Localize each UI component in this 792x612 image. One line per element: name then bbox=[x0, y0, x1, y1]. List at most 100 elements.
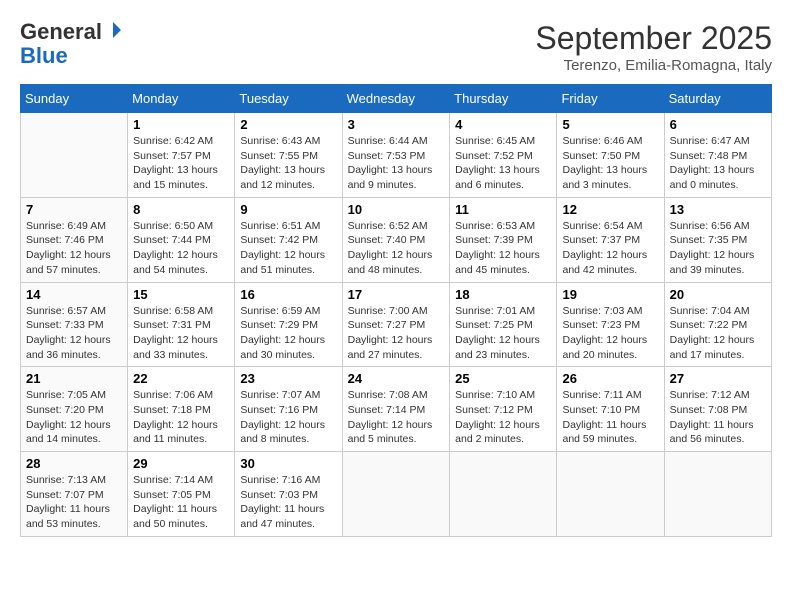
day-number: 19 bbox=[562, 287, 658, 302]
logo-general: General bbox=[20, 19, 102, 44]
day-cell: 17 Sunrise: 7:00 AMSunset: 7:27 PMDayligh… bbox=[342, 282, 450, 367]
day-number: 28 bbox=[26, 456, 122, 471]
day-info: Sunrise: 7:16 AMSunset: 7:03 PMDaylight:… bbox=[240, 473, 336, 532]
day-info: Sunrise: 6:47 AMSunset: 7:48 PMDaylight:… bbox=[670, 134, 766, 193]
day-cell: 2Sunrise: 6:43 AMSunset: 7:55 PMDaylight… bbox=[235, 113, 342, 198]
day-number: 2 bbox=[240, 117, 336, 132]
day-number: 14 bbox=[26, 287, 122, 302]
title-block: September 2025 Terenzo, Emilia-Romagna, … bbox=[535, 20, 772, 74]
day-info: Sunrise: 7:12 AMSunset: 7:08 PMDaylight:… bbox=[670, 388, 766, 447]
day-cell: 20 Sunrise: 7:04 AMSunset: 7:22 PMDayligh… bbox=[664, 282, 771, 367]
day-cell: 4Sunrise: 6:45 AMSunset: 7:52 PMDaylight… bbox=[450, 113, 557, 198]
day-number: 24 bbox=[348, 371, 445, 386]
day-number: 30 bbox=[240, 456, 336, 471]
day-cell: 19 Sunrise: 7:03 AMSunset: 7:23 PMDayligh… bbox=[557, 282, 664, 367]
day-cell: 10Sunrise: 6:52 AMSunset: 7:40 PMDayligh… bbox=[342, 197, 450, 282]
day-info: Sunrise: 6:52 AMSunset: 7:40 PMDaylight:… bbox=[348, 219, 445, 278]
day-info: Sunrise: 7:05 AMSunset: 7:20 PMDaylight:… bbox=[26, 388, 122, 447]
day-cell: 5 Sunrise: 6:46 AMSunset: 7:50 PMDaylight… bbox=[557, 113, 664, 198]
calendar-table: SundayMondayTuesdayWednesdayThursdayFrid… bbox=[20, 84, 772, 537]
day-cell: 23Sunrise: 7:07 AMSunset: 7:16 PMDayligh… bbox=[235, 367, 342, 452]
day-info: Sunrise: 7:00 AMSunset: 7:27 PMDaylight:… bbox=[348, 304, 445, 363]
day-number: 27 bbox=[670, 371, 766, 386]
day-number: 16 bbox=[240, 287, 336, 302]
weekday-saturday: Saturday bbox=[664, 85, 771, 113]
day-cell: 14 Sunrise: 6:57 AMSunset: 7:33 PMDayligh… bbox=[21, 282, 128, 367]
day-cell: 11 Sunrise: 6:53 AMSunset: 7:39 PMDayligh… bbox=[450, 197, 557, 282]
weekday-thursday: Thursday bbox=[450, 85, 557, 113]
day-number: 5 bbox=[562, 117, 658, 132]
day-info: Sunrise: 7:03 AMSunset: 7:23 PMDaylight:… bbox=[562, 304, 658, 363]
day-cell: 21 Sunrise: 7:05 AMSunset: 7:20 PMDayligh… bbox=[21, 367, 128, 452]
day-number: 8 bbox=[133, 202, 229, 217]
day-info: Sunrise: 6:44 AMSunset: 7:53 PMDaylight:… bbox=[348, 134, 445, 193]
day-info: Sunrise: 7:11 AMSunset: 7:10 PMDaylight:… bbox=[562, 388, 658, 447]
day-info: Sunrise: 7:13 AMSunset: 7:07 PMDaylight:… bbox=[26, 473, 122, 532]
day-info: Sunrise: 6:58 AMSunset: 7:31 PMDaylight:… bbox=[133, 304, 229, 363]
day-number: 29 bbox=[133, 456, 229, 471]
day-info: Sunrise: 6:57 AMSunset: 7:33 PMDaylight:… bbox=[26, 304, 122, 363]
day-number: 25 bbox=[455, 371, 551, 386]
day-cell bbox=[21, 113, 128, 198]
week-row-4: 21 Sunrise: 7:05 AMSunset: 7:20 PMDayligh… bbox=[21, 367, 772, 452]
day-cell bbox=[450, 452, 557, 537]
day-number: 9 bbox=[240, 202, 336, 217]
day-number: 12 bbox=[562, 202, 658, 217]
day-info: Sunrise: 6:46 AMSunset: 7:50 PMDaylight:… bbox=[562, 134, 658, 193]
week-row-1: 1 Sunrise: 6:42 AMSunset: 7:57 PMDaylight… bbox=[21, 113, 772, 198]
logo-blue: Blue bbox=[20, 43, 68, 68]
week-row-3: 14 Sunrise: 6:57 AMSunset: 7:33 PMDayligh… bbox=[21, 282, 772, 367]
day-info: Sunrise: 7:08 AMSunset: 7:14 PMDaylight:… bbox=[348, 388, 445, 447]
day-info: Sunrise: 7:04 AMSunset: 7:22 PMDaylight:… bbox=[670, 304, 766, 363]
day-number: 26 bbox=[562, 371, 658, 386]
day-number: 6 bbox=[670, 117, 766, 132]
day-cell: 13 Sunrise: 6:56 AMSunset: 7:35 PMDayligh… bbox=[664, 197, 771, 282]
weekday-sunday: Sunday bbox=[21, 85, 128, 113]
day-cell bbox=[664, 452, 771, 537]
day-number: 1 bbox=[133, 117, 229, 132]
day-cell bbox=[342, 452, 450, 537]
logo-icon bbox=[104, 21, 122, 39]
day-cell: 26 Sunrise: 7:11 AMSunset: 7:10 PMDayligh… bbox=[557, 367, 664, 452]
day-cell: 1 Sunrise: 6:42 AMSunset: 7:57 PMDaylight… bbox=[128, 113, 235, 198]
day-cell: 12Sunrise: 6:54 AMSunset: 7:37 PMDayligh… bbox=[557, 197, 664, 282]
day-info: Sunrise: 6:42 AMSunset: 7:57 PMDaylight:… bbox=[133, 134, 229, 193]
day-info: Sunrise: 7:01 AMSunset: 7:25 PMDaylight:… bbox=[455, 304, 551, 363]
day-number: 17 bbox=[348, 287, 445, 302]
day-number: 13 bbox=[670, 202, 766, 217]
day-cell: 8 Sunrise: 6:50 AMSunset: 7:44 PMDaylight… bbox=[128, 197, 235, 282]
day-cell: 18 Sunrise: 7:01 AMSunset: 7:25 PMDayligh… bbox=[450, 282, 557, 367]
weekday-friday: Friday bbox=[557, 85, 664, 113]
day-number: 7 bbox=[26, 202, 122, 217]
day-info: Sunrise: 6:59 AMSunset: 7:29 PMDaylight:… bbox=[240, 304, 336, 363]
day-number: 18 bbox=[455, 287, 551, 302]
day-number: 3 bbox=[348, 117, 445, 132]
weekday-header-row: SundayMondayTuesdayWednesdayThursdayFrid… bbox=[21, 85, 772, 113]
day-cell: 27 Sunrise: 7:12 AMSunset: 7:08 PMDayligh… bbox=[664, 367, 771, 452]
day-cell: 6 Sunrise: 6:47 AMSunset: 7:48 PMDaylight… bbox=[664, 113, 771, 198]
day-number: 22 bbox=[133, 371, 229, 386]
day-cell: 30 Sunrise: 7:16 AMSunset: 7:03 PMDayligh… bbox=[235, 452, 342, 537]
day-number: 11 bbox=[455, 202, 551, 217]
location: Terenzo, Emilia-Romagna, Italy bbox=[535, 57, 772, 74]
page-header: General Blue September 2025 Terenzo, Emi… bbox=[20, 20, 772, 74]
day-cell: 16 Sunrise: 6:59 AMSunset: 7:29 PMDayligh… bbox=[235, 282, 342, 367]
day-cell: 9Sunrise: 6:51 AMSunset: 7:42 PMDaylight… bbox=[235, 197, 342, 282]
weekday-wednesday: Wednesday bbox=[342, 85, 450, 113]
day-cell: 29Sunrise: 7:14 AMSunset: 7:05 PMDayligh… bbox=[128, 452, 235, 537]
day-number: 21 bbox=[26, 371, 122, 386]
day-number: 23 bbox=[240, 371, 336, 386]
day-cell: 7Sunrise: 6:49 AMSunset: 7:46 PMDaylight… bbox=[21, 197, 128, 282]
day-number: 4 bbox=[455, 117, 551, 132]
day-cell: 28 Sunrise: 7:13 AMSunset: 7:07 PMDayligh… bbox=[21, 452, 128, 537]
day-info: Sunrise: 6:50 AMSunset: 7:44 PMDaylight:… bbox=[133, 219, 229, 278]
day-cell: 22 Sunrise: 7:06 AMSunset: 7:18 PMDayligh… bbox=[128, 367, 235, 452]
day-number: 20 bbox=[670, 287, 766, 302]
day-info: Sunrise: 6:53 AMSunset: 7:39 PMDaylight:… bbox=[455, 219, 551, 278]
day-cell bbox=[557, 452, 664, 537]
day-cell: 15Sunrise: 6:58 AMSunset: 7:31 PMDayligh… bbox=[128, 282, 235, 367]
day-info: Sunrise: 7:06 AMSunset: 7:18 PMDaylight:… bbox=[133, 388, 229, 447]
day-cell: 25Sunrise: 7:10 AMSunset: 7:12 PMDayligh… bbox=[450, 367, 557, 452]
weekday-tuesday: Tuesday bbox=[235, 85, 342, 113]
day-info: Sunrise: 6:56 AMSunset: 7:35 PMDaylight:… bbox=[670, 219, 766, 278]
